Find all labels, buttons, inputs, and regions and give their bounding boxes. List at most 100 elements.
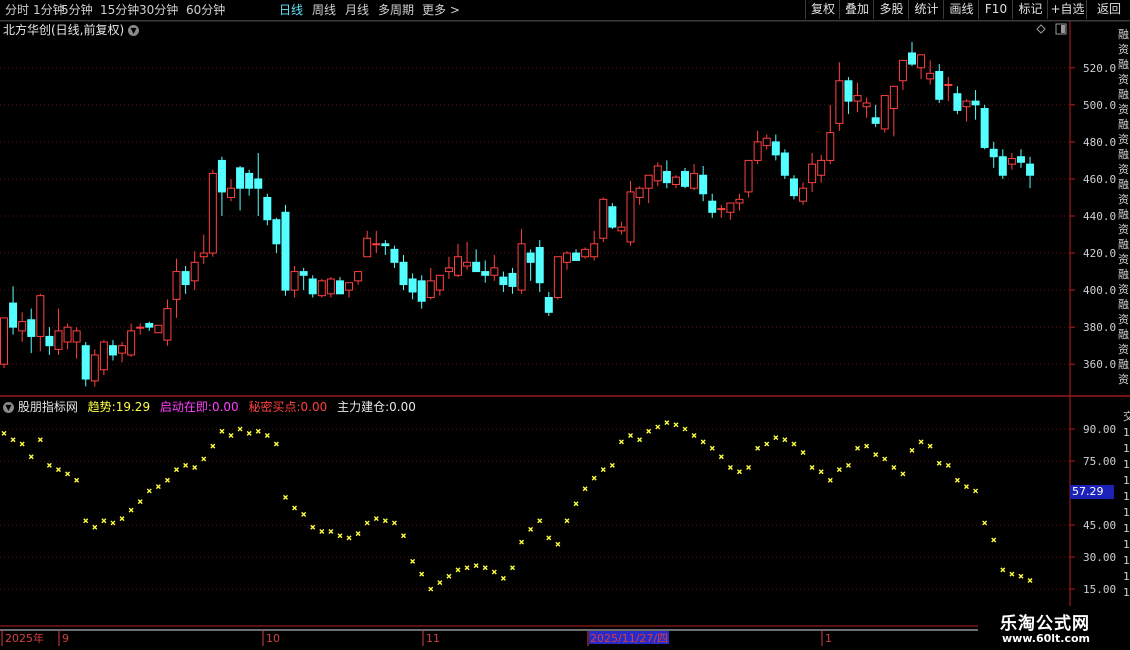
right-edge-char: 1 [1123, 474, 1130, 487]
indicator-dot [328, 528, 334, 534]
toolbar-button-5[interactable]: F10 [978, 0, 1013, 19]
period-tab-10[interactable]: 更多 > [422, 0, 460, 20]
candle-body-down [281, 211, 290, 291]
candle-body-down [572, 252, 581, 261]
indicator-tick-label: 75.00 [1083, 455, 1116, 468]
indicator-dot [446, 573, 452, 579]
candle-body-up [944, 83, 953, 86]
start-label: 启动在即: [159, 400, 212, 414]
candlestick-series [0, 41, 1035, 387]
candle-body-up [426, 280, 435, 299]
indicator-dot [682, 426, 688, 432]
right-edge-char: 1 [1123, 554, 1130, 567]
indicator-tick-label: 90.00 [1083, 423, 1116, 436]
candle-body-down [299, 271, 308, 276]
candle-body-down [1016, 156, 1025, 163]
indicator-dot [646, 428, 652, 434]
right-edge-char: 交 [1123, 409, 1130, 423]
indicator-dot [464, 565, 470, 571]
right-edge-char: 资 [1118, 133, 1129, 146]
candle-body-down [980, 108, 989, 148]
indicator-dot [791, 441, 797, 447]
candle-body-up [90, 354, 99, 382]
indicator-name[interactable]: 股朋指标网 [18, 400, 78, 414]
chart-canvas: 520.0 500.0 480.0 460.0 440.0 420.0 400.0 380.0… [0, 20, 1130, 650]
candle-body-down [662, 171, 671, 184]
period-tab-2[interactable]: 5分钟 [61, 0, 93, 20]
candle-body-up [753, 141, 762, 161]
secret-label: 秘密买点: [248, 400, 301, 414]
indicator-dot [773, 435, 779, 441]
indicator-dot [192, 464, 198, 470]
candle-body-down [544, 297, 553, 313]
indicator-dot [809, 464, 815, 470]
right-edge-char: 资 [1118, 43, 1129, 56]
candle-body-up [826, 132, 835, 161]
indicator-toggle-icon[interactable]: ▼ [3, 402, 14, 413]
toolbar-button-0[interactable]: 复权 [805, 0, 840, 19]
indicator-dot [246, 430, 252, 436]
period-tab-5[interactable]: 60分钟 [186, 0, 225, 20]
right-edge-char: 1 [1123, 458, 1130, 471]
indicator-last-value: 57.29 [1070, 485, 1114, 499]
indicator-dot [219, 428, 225, 434]
candle-body-up [345, 282, 354, 291]
candle-body-up [517, 243, 526, 291]
right-edge-char: 1 [1123, 586, 1130, 599]
indicator-dot [609, 462, 615, 468]
candle-body-up [626, 191, 635, 243]
indicator-dot [709, 445, 715, 451]
period-tab-8[interactable]: 月线 [345, 0, 369, 20]
candle-body-up [562, 252, 571, 263]
candle-body-down [535, 246, 544, 284]
period-tab-1[interactable]: 1分钟 [33, 0, 65, 20]
indicator-dot [110, 520, 116, 526]
candle-body-down [417, 280, 426, 302]
period-tab-7[interactable]: 周线 [312, 0, 336, 20]
period-tab-6[interactable]: 日线 [279, 0, 303, 20]
start-value: 0.00 [211, 400, 239, 414]
indicator-dot [500, 575, 506, 581]
toolbar-button-8[interactable]: 返回 [1086, 0, 1130, 19]
right-edge-char: 融 [1118, 178, 1129, 191]
indicator-dot [83, 518, 89, 524]
candle-body-up [490, 267, 499, 276]
candle-body-up [898, 59, 907, 82]
indicator-dot [664, 420, 670, 426]
toolbar-button-4[interactable]: 画线 [943, 0, 979, 19]
toolbar-button-7[interactable]: +自选 [1047, 0, 1087, 19]
indicator-dot [201, 456, 207, 462]
right-edge-char: 融 [1118, 148, 1129, 161]
indicator-dot [346, 535, 352, 541]
indicator-dot [28, 454, 34, 460]
indicator-dot [818, 469, 824, 475]
right-edge-char: 资 [1118, 223, 1129, 236]
candle-body-up [127, 330, 136, 356]
candle-body-up [317, 280, 326, 297]
toolbar-button-6[interactable]: 标记 [1012, 0, 1048, 19]
chevron-down-icon[interactable]: ▼ [128, 25, 140, 36]
indicator-dot [382, 518, 388, 524]
toolbar-button-2[interactable]: 多股 [873, 0, 909, 19]
indicator-header: ▼ 股朋指标网 趋势:19.29 启动在即:0.00 秘密买点:0.00 主力建… [3, 398, 416, 415]
right-edge-char: 融 [1118, 58, 1129, 71]
indicator-dot [282, 494, 288, 500]
period-tab-3[interactable]: 15分钟 [100, 0, 139, 20]
candle-body-down [608, 206, 617, 228]
price-tick-label: 520.0 [1083, 62, 1116, 75]
candle-body-down [308, 278, 317, 295]
toolbar-button-3[interactable]: 统计 [908, 0, 944, 19]
indicator-dot [128, 507, 134, 513]
period-tab-4[interactable]: 30分钟 [139, 0, 178, 20]
indicator-dot [718, 454, 724, 460]
toolbar-button-1[interactable]: 叠加 [839, 0, 874, 19]
stock-title[interactable]: 北方华创(日线,前复权) ▼ [3, 21, 140, 38]
indicator-dot [37, 437, 43, 443]
period-tab-0[interactable]: 分时 [5, 0, 29, 20]
candle-body-up [690, 172, 699, 189]
indicator-dot [310, 524, 316, 530]
candle-body-down [1026, 163, 1035, 176]
period-tab-9[interactable]: 多周期 [378, 0, 414, 20]
indicator-dot [337, 533, 343, 539]
indicator-dot [655, 424, 661, 430]
